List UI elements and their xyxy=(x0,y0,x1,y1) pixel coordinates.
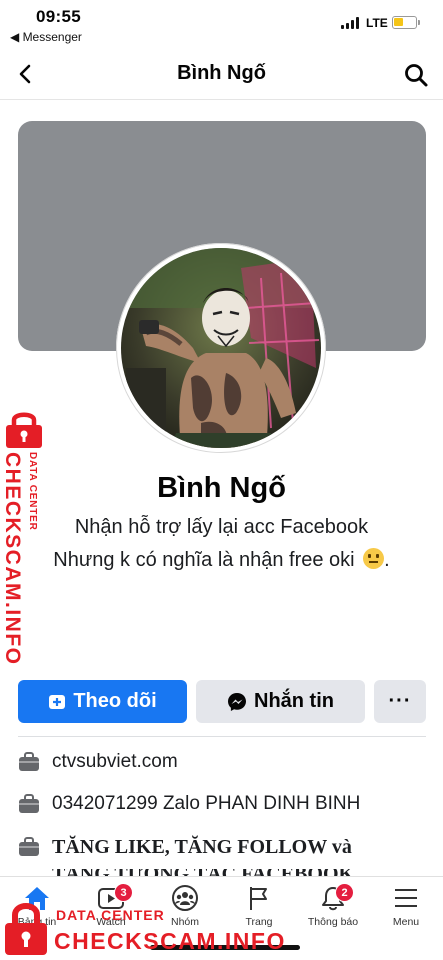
notifications-badge: 2 xyxy=(335,883,354,902)
profile-name: Bình Ngố xyxy=(157,472,286,504)
message-label: Nhắn tin xyxy=(254,690,334,712)
intro-text: ctvsubviet.com xyxy=(52,751,178,772)
tab-label: Menu xyxy=(392,916,420,928)
bio-line-2: Nhưng k có nghĩa là nhận free oki . xyxy=(53,548,390,571)
tab-menu[interactable]: Menu xyxy=(369,885,443,928)
briefcase-icon xyxy=(19,752,39,771)
status-bar: 09:55 ◀ Messenger LTE xyxy=(0,0,443,48)
bio-line-1: Nhận hỗ trợ lấy lại acc Facebook xyxy=(74,516,369,538)
more-options-button[interactable]: ··· xyxy=(374,680,426,723)
tab-pages[interactable]: Trang xyxy=(222,885,296,928)
follow-label: Theo dõi xyxy=(73,690,157,712)
watermark-brand-vertical: CHECKSCAM.INFO xyxy=(1,452,24,666)
top-navigation: Bình Ngố xyxy=(0,52,443,100)
page-title: Bình Ngố xyxy=(177,62,266,84)
watermark-sub: DATA CENTER xyxy=(56,907,165,923)
messenger-icon xyxy=(228,692,246,711)
intro-item[interactable]: TĂNG LIKE, TĂNG FOLLOW và xyxy=(18,834,352,860)
back-to-messenger-link[interactable]: ◀ Messenger xyxy=(10,30,82,44)
intro-item[interactable]: 0342071299 Zalo PHAN DINH BINH xyxy=(18,791,360,817)
briefcase-icon xyxy=(19,794,39,813)
tab-label: Trang xyxy=(245,916,273,928)
tab-label: Thông báo xyxy=(307,916,359,928)
search-icon[interactable] xyxy=(403,62,429,88)
intro-text: 0342071299 Zalo PHAN DINH BINH xyxy=(52,793,361,814)
section-divider xyxy=(18,736,426,737)
message-button[interactable]: Nhắn tin xyxy=(196,680,365,723)
watermark-lock-icon xyxy=(6,412,42,448)
neutral-face-emoji-icon xyxy=(363,548,385,569)
signal-icon xyxy=(341,17,359,29)
flag-icon xyxy=(250,887,267,910)
watermark-sub-vertical: DATA CENTER xyxy=(27,452,38,531)
battery-icon xyxy=(392,16,417,29)
menu-icon xyxy=(395,889,417,907)
intro-text: TĂNG LIKE, TĂNG FOLLOW và xyxy=(52,835,352,858)
tab-notifications[interactable]: 2 Thông báo xyxy=(296,883,370,928)
watermark-brand: CHECKSCAM.INFO xyxy=(54,928,286,954)
follow-button[interactable]: Theo dõi xyxy=(18,680,187,723)
watch-badge: 3 xyxy=(114,883,133,902)
follow-icon xyxy=(49,694,66,709)
status-time: 09:55 xyxy=(36,7,81,26)
watermark-lock-icon xyxy=(5,903,47,955)
briefcase-icon xyxy=(19,837,39,856)
intro-item[interactable]: ctvsubviet.com xyxy=(18,749,178,775)
network-label: LTE xyxy=(366,16,388,30)
groups-icon xyxy=(172,885,198,911)
